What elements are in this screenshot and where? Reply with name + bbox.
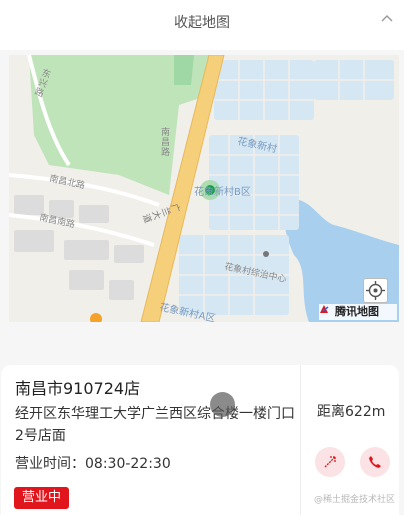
store-distance: 距离622m — [317, 404, 386, 420]
collapse-map-label: 收起地图 — [174, 15, 230, 31]
card-divider — [300, 365, 301, 515]
store-address: 经开区东华理工大学广兰西区综合楼一楼门口2号店面 — [15, 406, 295, 444]
touch-cursor — [210, 392, 235, 417]
phone-icon — [369, 456, 381, 468]
map-label-xinhua-b: 花象新村B区 — [194, 185, 251, 198]
map-label-nanchang-bei: 南昌北路 — [48, 172, 86, 191]
park-strip — [174, 55, 194, 85]
store-card[interactable]: 南昌市910724店 经开区东华理工大学广兰西区综合楼一楼门口2号店面 营业时间… — [1, 365, 399, 515]
chevron-up-icon[interactable] — [380, 12, 394, 26]
status-badge: 营业中 — [14, 487, 70, 509]
map-provider-name: 腾讯地图 — [335, 305, 379, 318]
blocks-left — [14, 195, 144, 300]
map-label-nanchang-rd: 南昌路 — [161, 126, 170, 158]
locate-button[interactable] — [363, 278, 388, 303]
map-toggle-bar[interactable]: 收起地图 — [0, 0, 404, 50]
watermark: @稀土掘金技术社区 — [314, 495, 396, 505]
map-provider-logo: 腾讯地图 — [319, 304, 397, 320]
navigate-icon — [324, 456, 336, 468]
poi-marker — [263, 251, 269, 257]
call-button[interactable] — [360, 447, 390, 477]
store-name: 南昌市910724店 — [15, 379, 141, 398]
store-hours: 营业时间：08:30-22:30 — [15, 456, 171, 472]
poi-orange — [90, 313, 102, 322]
logo-mark-icon — [320, 305, 329, 313]
crosshair-icon — [366, 281, 385, 300]
map-view[interactable]: 东兴路 南昌路 广兰大道 南昌北路 南昌南路 花象新村 花象新村B区 花象村综治… — [9, 55, 399, 322]
navigate-button[interactable] — [315, 447, 345, 477]
